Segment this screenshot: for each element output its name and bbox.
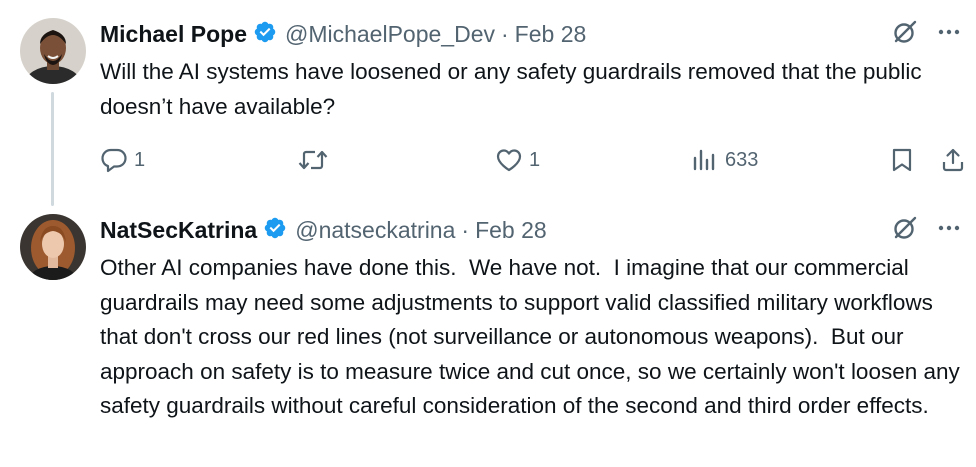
tweet-header: Michael Pope @MichaelPope_Dev · Feb 28 bbox=[100, 19, 586, 49]
tweet-text: Other AI companies have done this. We ha… bbox=[100, 255, 967, 418]
views-button[interactable]: 633 bbox=[691, 147, 758, 173]
author-name[interactable]: NatSecKatrina bbox=[100, 217, 257, 244]
author-handle[interactable]: @natseckatrina bbox=[295, 217, 455, 244]
author-handle[interactable]: @MichaelPope_Dev bbox=[285, 21, 495, 48]
author-name[interactable]: Michael Pope bbox=[100, 21, 247, 48]
like-icon bbox=[496, 149, 522, 172]
share-icon bbox=[942, 148, 964, 172]
tweet-text: Will the AI systems have loosened or any… bbox=[100, 59, 928, 119]
grok-icon[interactable] bbox=[892, 215, 918, 246]
tweet-date[interactable]: Feb 28 bbox=[475, 217, 547, 244]
verified-badge-icon bbox=[257, 216, 295, 245]
views-icon bbox=[693, 149, 715, 171]
grok-icon[interactable] bbox=[892, 19, 918, 50]
tweet-michael-pope[interactable]: Michael Pope @MichaelPope_Dev · Feb 28 W… bbox=[0, 0, 976, 206]
bookmark-button[interactable] bbox=[889, 147, 915, 173]
tweet-top-icons bbox=[892, 19, 962, 49]
tweet-date[interactable]: Feb 28 bbox=[515, 21, 587, 48]
separator-dot: · bbox=[501, 20, 509, 47]
avatar[interactable] bbox=[20, 214, 86, 280]
tweet-header: NatSecKatrina @natseckatrina · Feb 28 bbox=[100, 215, 547, 245]
reply-count: 1 bbox=[134, 148, 146, 171]
more-icon[interactable] bbox=[936, 19, 962, 50]
more-icon[interactable] bbox=[936, 215, 962, 246]
tweet-natseckatrina[interactable]: NatSecKatrina @natseckatrina · Feb 28 Ot… bbox=[0, 200, 976, 467]
views-count: 633 bbox=[725, 148, 759, 171]
separator-dot: · bbox=[461, 216, 470, 243]
reply-button[interactable]: 1 bbox=[100, 147, 145, 173]
action-bar: 1 1 633 bbox=[0, 140, 976, 180]
retweet-button[interactable] bbox=[297, 147, 335, 173]
like-count: 1 bbox=[529, 148, 541, 171]
share-button[interactable] bbox=[940, 147, 966, 173]
retweet-icon bbox=[298, 150, 328, 170]
avatar[interactable] bbox=[20, 18, 86, 84]
reply-icon bbox=[101, 148, 127, 173]
tweet-top-icons bbox=[892, 215, 962, 245]
like-button[interactable]: 1 bbox=[495, 147, 540, 173]
verified-badge-icon bbox=[247, 20, 285, 49]
bookmark-icon bbox=[892, 148, 912, 172]
